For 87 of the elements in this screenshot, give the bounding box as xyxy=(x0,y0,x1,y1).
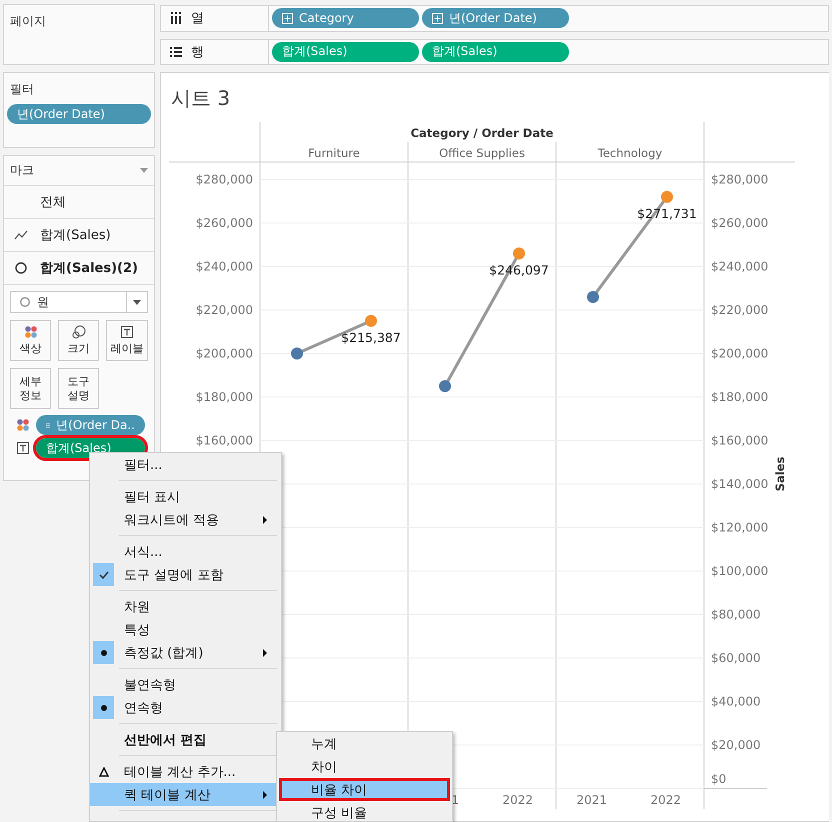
data-point xyxy=(365,314,377,327)
menu-item[interactable]: 도구 설명에 포함 xyxy=(90,563,281,586)
line-chart-icon xyxy=(14,228,28,242)
card-title: 필터 xyxy=(9,81,35,98)
data-point xyxy=(439,380,451,392)
menu-item[interactable]: 구성 비율 xyxy=(279,801,450,821)
data-point xyxy=(661,190,673,203)
axis-label: $200,000 xyxy=(711,346,768,360)
color-dots-icon xyxy=(24,325,38,340)
data-point xyxy=(587,290,599,303)
size-icon xyxy=(72,325,86,340)
category-header: Office Supplies xyxy=(439,146,525,160)
mark-property-button[interactable]: 세부 정보 xyxy=(10,368,51,409)
data-point xyxy=(513,247,525,260)
axis-label: 2021 xyxy=(576,793,607,807)
axis-title: Sales xyxy=(773,456,787,492)
axis-label: 2022 xyxy=(502,793,533,807)
axis-label: $220,000 xyxy=(711,303,768,317)
sheet-title: 시트 3 xyxy=(170,85,230,107)
shelf-label: 열 xyxy=(191,10,204,28)
axis-label: 2022 xyxy=(650,793,681,807)
header-title: Category / Order Date xyxy=(410,126,554,140)
submenu-arrow-icon xyxy=(263,790,267,798)
menu-item[interactable]: 불연속형 xyxy=(90,673,281,696)
submenu-arrow-icon xyxy=(263,648,267,656)
check-icon xyxy=(98,568,110,580)
circle-icon xyxy=(19,296,31,308)
dropdown-icon xyxy=(133,300,141,304)
menu-item[interactable]: 연속형 xyxy=(90,696,281,719)
submenu-arrow-icon xyxy=(263,516,267,524)
category-header: Furniture xyxy=(308,146,360,160)
triangle-icon xyxy=(98,766,108,776)
axis-label: $0 xyxy=(711,772,726,786)
axis-label: $20,000 xyxy=(711,738,761,752)
menu-item[interactable]: 필터 표시 xyxy=(90,485,281,508)
expand-icon xyxy=(432,12,443,24)
axis-label: $280,000 xyxy=(711,172,768,186)
axis-label: $160,000 xyxy=(711,434,768,448)
marks-tab[interactable]: 합계(Sales)(2) xyxy=(4,252,154,285)
card-title: 페이지 xyxy=(9,13,47,30)
menu-item[interactable]: 측정값 (합계) xyxy=(90,641,281,664)
menu-item[interactable]: 비율 차이 xyxy=(279,778,450,801)
marks-tab[interactable]: 합계(Sales) xyxy=(4,219,154,252)
axis-label: $160,000 xyxy=(196,434,253,448)
expand-icon xyxy=(282,12,293,24)
axis-label: $180,000 xyxy=(196,390,253,404)
axis-label: $100,000 xyxy=(711,564,768,578)
axis-label: 1 xyxy=(451,793,459,807)
rows-icon xyxy=(169,44,183,59)
mark-property-button[interactable]: 레이블 xyxy=(106,320,148,361)
axis-label: $80,000 xyxy=(711,608,761,622)
menu-item[interactable]: 서식... xyxy=(90,540,281,563)
data-label: $215,387 xyxy=(341,330,401,345)
axis-label: $240,000 xyxy=(196,260,253,274)
menu-item[interactable]: 워크시트에 적용 xyxy=(90,508,281,531)
menu-item[interactable]: 누계 xyxy=(279,732,450,755)
category-header: Technology xyxy=(598,146,662,160)
data-point xyxy=(291,348,303,360)
mark-property-button[interactable]: 색상 xyxy=(10,320,51,361)
axis-label: $260,000 xyxy=(196,216,253,230)
axis-label: $40,000 xyxy=(711,694,761,708)
axis-label: $120,000 xyxy=(711,520,768,534)
marks-tab[interactable]: 전체 xyxy=(4,186,154,219)
menu-item[interactable]: 차이 xyxy=(279,755,450,778)
text-icon xyxy=(120,325,134,340)
axis-label: $180,000 xyxy=(711,390,768,404)
axis-label: $60,000 xyxy=(711,651,761,665)
card-title: 마크 xyxy=(10,162,34,179)
axis-label: $140,000 xyxy=(711,477,768,491)
dropdown-icon[interactable] xyxy=(140,168,148,173)
circle-icon xyxy=(14,261,28,275)
data-label: $271,731 xyxy=(637,206,697,221)
axis-label: $260,000 xyxy=(711,216,768,230)
mark-type-dropdown[interactable]: 원 xyxy=(10,291,148,313)
axis-label: $220,000 xyxy=(196,303,253,317)
axis-label: $200,000 xyxy=(196,346,253,360)
mark-property-button[interactable]: 도구 설명 xyxy=(58,368,99,409)
color-dots-icon xyxy=(16,418,30,432)
menu-item[interactable]: 차원 xyxy=(90,595,281,618)
text-icon xyxy=(16,441,30,455)
data-label: $246,097 xyxy=(489,262,549,278)
mark-property-button[interactable]: 크기 xyxy=(58,320,99,361)
shelf-label: 행 xyxy=(191,44,204,61)
menu-item[interactable]: 특성 xyxy=(90,618,281,641)
columns-icon xyxy=(169,11,183,26)
axis-label: $240,000 xyxy=(711,260,768,274)
axis-label: $280,000 xyxy=(196,172,253,186)
